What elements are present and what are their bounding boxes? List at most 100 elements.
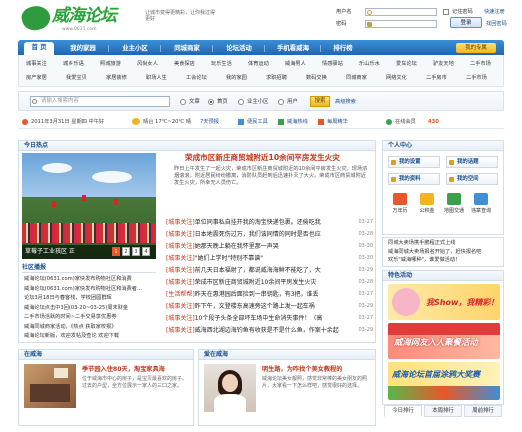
subnav-item[interactable]: 我的家园	[226, 75, 247, 82]
calendar-label[interactable]: 万年历	[388, 208, 412, 214]
news-title[interactable]: 10个段子头条全部坏车场中生命消失事件！（高	[195, 315, 323, 322]
photo-page-1[interactable]: 1	[112, 247, 120, 256]
ad-graffiti-banner[interactable]: 威海论坛首届涂鸦大奖赛	[388, 362, 500, 400]
subnav-item[interactable]: 职场人生	[146, 75, 167, 82]
fund-icon[interactable]	[420, 193, 434, 205]
community-item[interactable]: 威海论坛新版，欢迎发帖及查论 欢迎下载	[24, 333, 119, 340]
news-row[interactable]: [城事关注]威海西北湖边海钓鱼有收获是不是什么鱼，作案十余起 03-29	[166, 327, 373, 335]
news-category[interactable]: [城事关注]	[166, 327, 195, 334]
in-weihai-headline[interactable]: 季节园入住80天，淘宝家具海	[82, 366, 165, 374]
my-space-button[interactable]: 我的空间	[446, 173, 498, 185]
subnav-item[interactable]: 数码交换	[306, 75, 327, 82]
community-item[interactable]: 威海同城商家活动，《热点 获取家校报》	[24, 324, 116, 331]
subnav-item[interactable]: 二手市场	[466, 75, 487, 82]
forecast-link[interactable]: 7天预报	[200, 119, 219, 126]
traffic-label[interactable]: 违章查询	[469, 208, 493, 214]
subnav-item[interactable]: 美食探店	[174, 61, 195, 68]
subnav-item[interactable]: 二手房市	[426, 75, 447, 82]
subnav-item[interactable]: 威海男人	[285, 61, 306, 68]
subnav-item[interactable]: 同城商家	[346, 75, 367, 82]
tab-today-rank[interactable]: 今日排行	[384, 405, 422, 417]
my-profile-button[interactable]: 我的资料	[388, 173, 440, 185]
news-title[interactable]: 她那天晚上躺在我怀里那一声哭	[195, 243, 279, 250]
nav-mobile[interactable]: 手机看威海	[268, 43, 318, 55]
subnav-item[interactable]: 情感驿站	[322, 61, 343, 68]
ad-meetup-banner[interactable]: 威海网友入人聚餐活动	[388, 323, 500, 359]
nav-ranking[interactable]: 排行榜	[324, 43, 362, 55]
news-category[interactable]: [城事关注]	[166, 255, 195, 262]
nav-merchants[interactable]: 同城商家	[164, 43, 210, 55]
subnav-item[interactable]: 爱车论坛	[396, 61, 417, 68]
subnav-item[interactable]: 城乡乐语	[63, 61, 84, 68]
subnav-item[interactable]: 家居装修	[106, 75, 127, 82]
news-title[interactable]: 昨下午，文登楼东高速旁这个路上发一起车祸	[195, 303, 315, 310]
subnav-item[interactable]: 城事关注	[26, 61, 47, 68]
community-item[interactable]: 威海论坛(0631.com)家快发布购物社区和消费者...	[24, 286, 142, 293]
search-option-article-radio[interactable]	[180, 99, 186, 105]
photo-page-4[interactable]: 4	[142, 247, 150, 256]
my-theme-button[interactable]: 我的专属	[456, 43, 496, 53]
quick-register-link[interactable]: 快速注册	[484, 9, 505, 16]
love-weihai-image[interactable]	[204, 364, 256, 412]
nav-home[interactable]: 首 页	[24, 42, 54, 55]
news-row[interactable]: [生活帮帮]昨天在惠港园后面捡到一串钥匙，有3把，谁丢 03-27	[166, 291, 373, 299]
password-input[interactable]	[365, 20, 437, 28]
subnav-item[interactable]: 体育运动	[248, 61, 269, 68]
news-row[interactable]: [城事关注]荣成市区新庄商贸城附近10余间平房发生火灾 03-28	[166, 279, 373, 287]
news-title[interactable]: 单位同事私自挂开我的淘宝快递包裹。还偷吃我	[195, 219, 321, 226]
subnav-item[interactable]: 风尚女人	[137, 61, 158, 68]
map-label[interactable]: 地图交通	[442, 208, 466, 214]
news-category[interactable]: [城事关注]	[166, 303, 195, 310]
subnav-item[interactable]: 我爱宝贝	[66, 75, 87, 82]
community-item[interactable]: 威海论坛(0631.com)家快发布购物社区和消费	[24, 276, 132, 283]
site-logo[interactable]: 威海论坛	[52, 6, 117, 27]
subnav-item[interactable]: 照城旅游	[100, 61, 121, 68]
search-button[interactable]: 搜索	[310, 96, 330, 107]
map-icon[interactable]	[447, 193, 461, 205]
news-category[interactable]: [生活帮帮]	[166, 291, 195, 298]
my-settings-button[interactable]: 我的设置	[388, 156, 440, 168]
advanced-search-link[interactable]: 高级搜索	[335, 99, 356, 106]
photo-page-2[interactable]: 2	[122, 247, 130, 256]
calendar-icon[interactable]	[393, 193, 407, 205]
subnav-item[interactable]: 工会论坛	[186, 75, 207, 82]
news-category[interactable]: [城事关注]	[166, 267, 195, 274]
news-category[interactable]: [城事关注]	[166, 279, 195, 286]
nav-events[interactable]: 论坛活动	[216, 43, 262, 55]
event-item[interactable]: 威海同城大卖场报名开始了，赶快报名吧	[388, 249, 481, 256]
news-category[interactable]: [城事关注]	[166, 219, 195, 226]
subnav-item[interactable]: 求职招聘	[266, 75, 287, 82]
search-option-community-radio[interactable]	[238, 99, 244, 105]
news-category[interactable]: [城事关注]	[166, 243, 195, 250]
tab-past-rank[interactable]: 周前排行	[464, 405, 502, 417]
subnav-item[interactable]: 乐山乐水	[359, 61, 380, 68]
photo-page-3[interactable]: 3	[132, 247, 140, 256]
login-button[interactable]: 登录	[450, 17, 482, 28]
forgot-password-link[interactable]: 找回密码	[486, 21, 507, 28]
community-item[interactable]: 威海论坛点击中3回(03-20~03-25)周末财金	[24, 305, 128, 312]
love-weihai-headline[interactable]: 明生路，为咋找个美女教程的	[262, 366, 342, 374]
community-item[interactable]: 论坛3月18日与春客栈，学校团圆群晖	[24, 295, 112, 302]
hot-photo[interactable]	[22, 153, 156, 259]
news-row[interactable]: [城事关注]10个段子头条全部坏车场中生命消失事件！（高 03-27	[166, 315, 373, 323]
username-input[interactable]	[365, 8, 437, 16]
news-title[interactable]: 昨天在惠港园后面捡到一串钥匙，有3把，谁丢	[195, 291, 319, 298]
search-option-user-radio[interactable]	[278, 99, 284, 105]
event-item[interactable]: 同城大卖场携手鹏程正式上线	[388, 240, 455, 247]
hotline-link[interactable]: 威海热线	[287, 119, 308, 126]
my-topics-button[interactable]: 我的话题	[446, 156, 498, 168]
search-input[interactable]: 请输入搜索内容	[30, 96, 170, 107]
news-row[interactable]: [城事关注]"她们上学时"特别不靠谱" 03-30	[166, 255, 373, 263]
nav-my-home[interactable]: 我的家园	[60, 43, 106, 55]
in-weihai-image[interactable]	[24, 364, 76, 408]
news-category[interactable]: [城事关注]	[166, 315, 195, 322]
search-option-home-radio[interactable]	[208, 99, 214, 105]
ad-show-banner[interactable]: 我Show，我精彩！	[388, 284, 500, 320]
subnav-item[interactable]: 网络文化	[386, 75, 407, 82]
news-row[interactable]: [城事关注]前几天日本福射了，都说威海海鲜不能吃了，大 03-29	[166, 267, 373, 275]
remember-checkbox[interactable]	[443, 9, 449, 15]
nav-community[interactable]: 业主小区	[112, 43, 158, 55]
news-row[interactable]: [城事关注]日本地震死伤过万，我们该同情的同时是否也应 03-28	[166, 231, 373, 239]
tab-week-rank[interactable]: 本周排行	[424, 405, 462, 417]
news-title[interactable]: 威海西北湖边海钓鱼有收获是不是什么鱼，作案十余起	[195, 327, 339, 334]
